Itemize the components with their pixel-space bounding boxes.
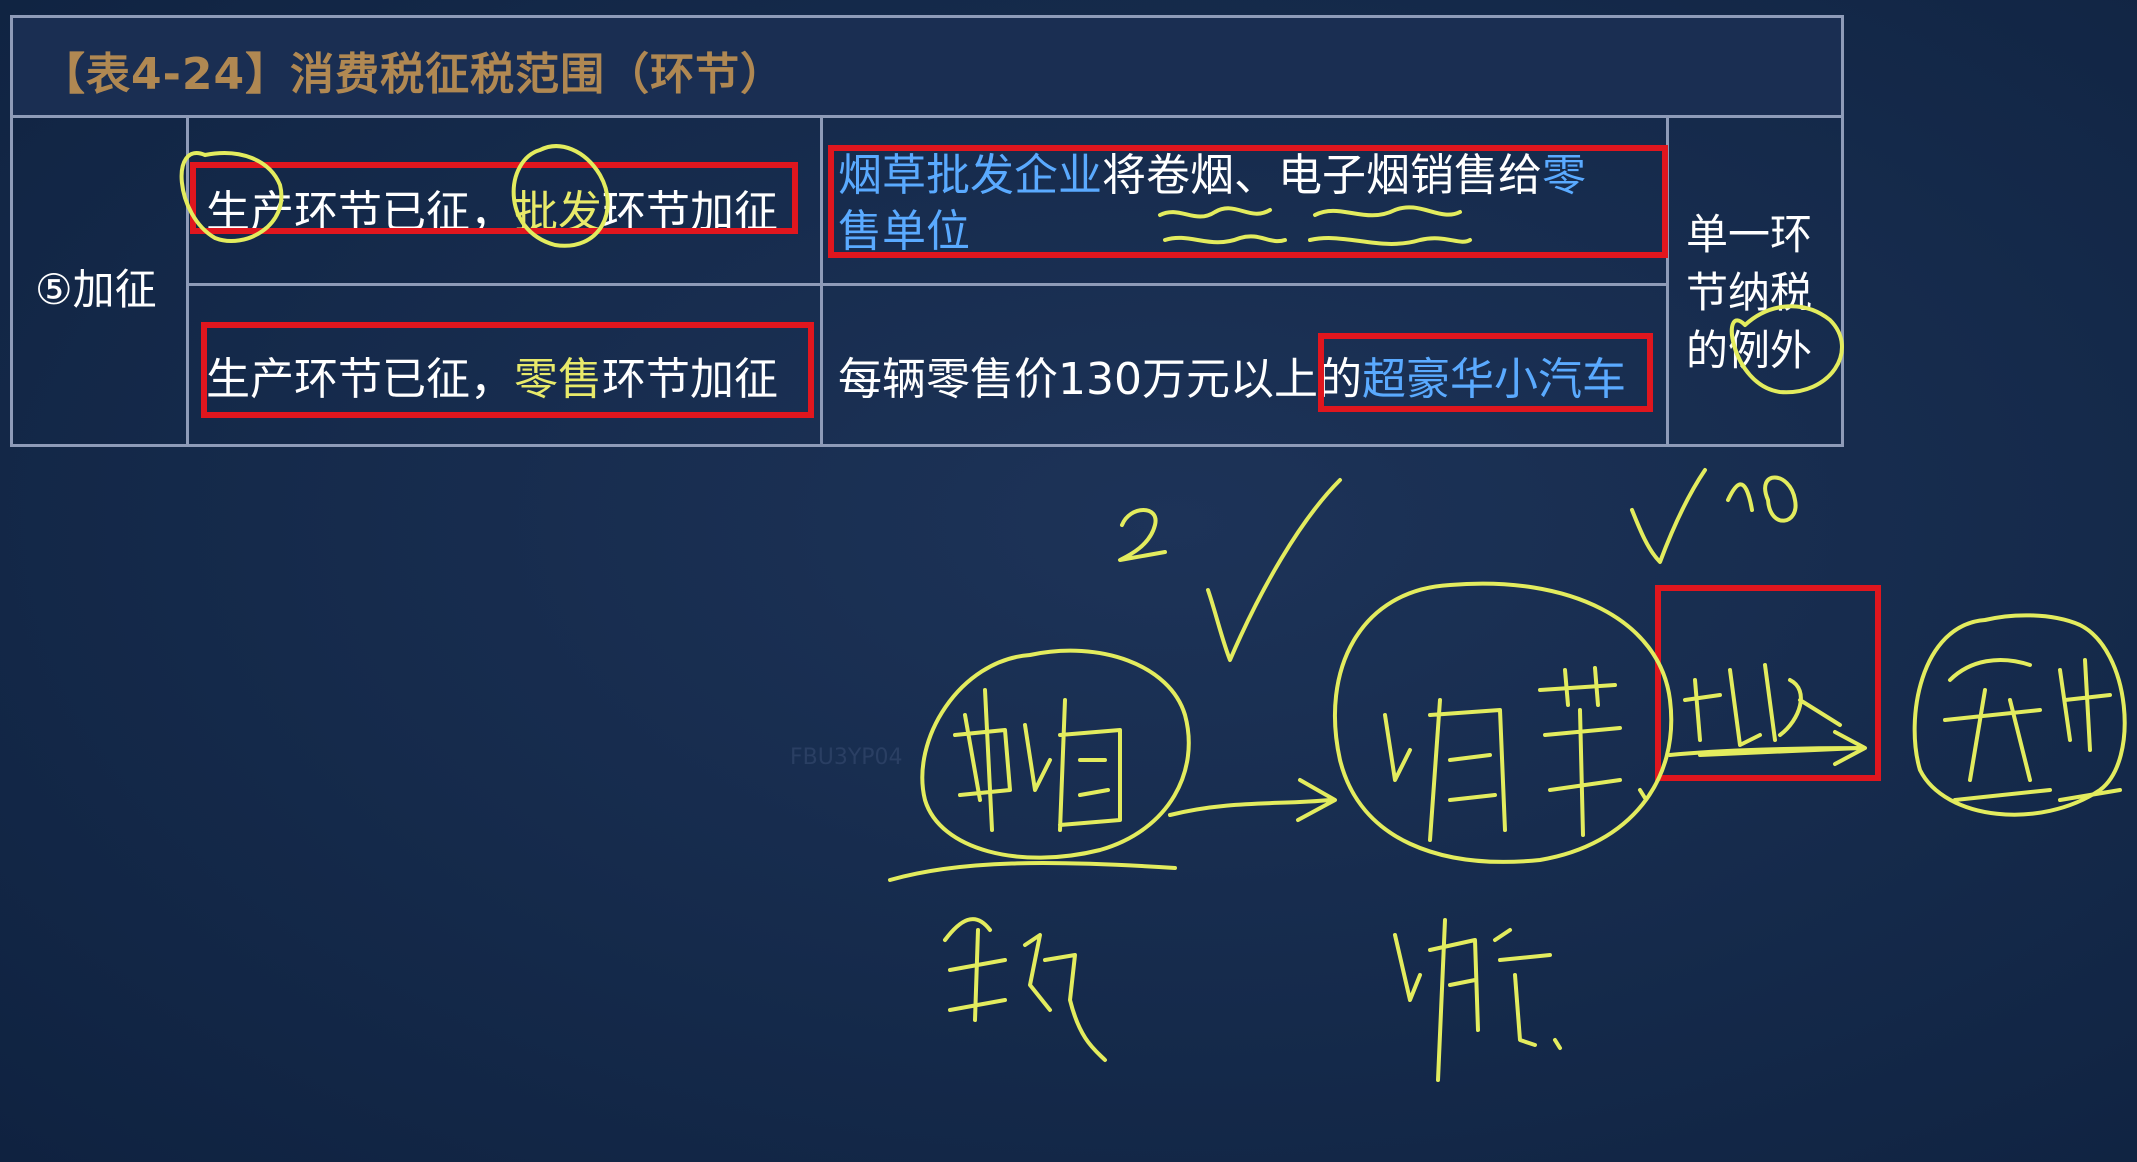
circle-mark-sheng	[179, 151, 284, 244]
circle-mark-liwai	[1729, 304, 1844, 395]
scribble-ling	[1943, 658, 2052, 802]
scribble-pifa	[1683, 663, 1862, 757]
number-10	[1726, 475, 1798, 523]
handwritten-annotations	[179, 144, 2127, 1082]
scribble-yan1	[1023, 698, 1122, 832]
circle-mark-pifa	[511, 144, 610, 248]
scribble-yan2	[1383, 698, 1507, 842]
check-mark-1	[1206, 478, 1342, 662]
number-2	[1118, 508, 1167, 562]
wavy-underline-1	[1158, 206, 1287, 245]
underline-zhongyan	[888, 861, 1177, 882]
arrow-1	[1168, 778, 1337, 822]
scribble-shengchan	[943, 917, 1107, 1062]
check-mark-2	[1630, 468, 1707, 564]
circle-zhongyan	[920, 648, 1191, 860]
scribble-pifazai	[1393, 918, 1562, 1082]
circle-lingshou	[1912, 613, 2127, 817]
scribble-zhong	[953, 688, 1012, 832]
scribble-cao	[1538, 666, 1647, 837]
wavy-underline-2	[1308, 205, 1472, 246]
